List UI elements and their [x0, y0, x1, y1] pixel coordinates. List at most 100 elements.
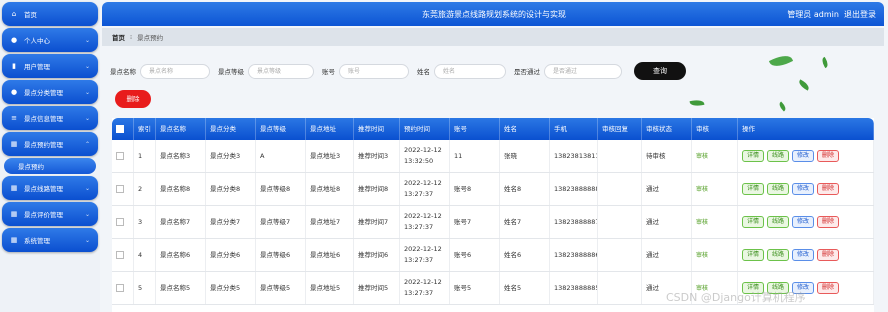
sidebar-subitem-reservation[interactable]: 景点预约: [4, 158, 96, 174]
search-input-2[interactable]: 账号: [339, 63, 409, 79]
audit-link[interactable]: 审核: [696, 151, 708, 162]
route-button[interactable]: 线路: [767, 183, 790, 195]
table-cell: 5: [134, 272, 156, 304]
detail-button[interactable]: 详情: [742, 183, 765, 195]
search-label: 是否通过: [514, 68, 540, 76]
sidebar: ⌂ 首页 ● 个人中心 ⌄ ▮ 用户管理 ⌄ ● 景点分类管理 ⌄ ≡ 景点信息管理 ⌄ ▦ 景点预约管理 ⌃ 景…: [0, 0, 100, 312]
route-button[interactable]: 线路: [767, 216, 790, 228]
sidebar-item-label: 景点信息管理: [24, 115, 63, 123]
column-header: 景点地址: [306, 118, 354, 140]
table-cell: 2022-12-12 13:27:37: [400, 239, 450, 271]
batch-delete-button[interactable]: 删除: [115, 90, 151, 108]
table-cell: 景点等级7: [256, 206, 306, 238]
search-input-1[interactable]: 景点等级: [248, 63, 314, 79]
column-header: 景点等级: [256, 118, 306, 140]
row-checkbox[interactable]: [116, 284, 124, 292]
table-cell: 景点名称7: [156, 206, 206, 238]
table-cell: 账号6: [450, 239, 500, 271]
actions-cell: 详情 线路 修改 删除: [738, 206, 874, 238]
table-cell: 景点地址7: [306, 206, 354, 238]
sidebar-item-8[interactable]: ▦ 系统管理 ⌄: [2, 228, 98, 252]
delete-button[interactable]: 删除: [817, 249, 840, 261]
row-checkbox[interactable]: [116, 218, 124, 226]
delete-button[interactable]: 删除: [817, 216, 840, 228]
route-button[interactable]: 线路: [767, 249, 790, 261]
detail-button[interactable]: 详情: [742, 249, 765, 261]
chevron-icon: ⌄: [84, 36, 90, 44]
sidebar-item-label: 系统管理: [24, 237, 50, 245]
table-row: 3 景点名称7 景点分类7 景点等级7 景点地址7 推荐时间7 2022-12-12 13:…: [112, 206, 874, 239]
sidebar-item-1[interactable]: ● 个人中心 ⌄: [2, 28, 98, 52]
delete-button[interactable]: 删除: [817, 150, 840, 162]
search-button[interactable]: 查询: [634, 62, 686, 80]
audit-link[interactable]: 审核: [696, 217, 708, 228]
row-select-cell: [112, 272, 134, 304]
column-header: 账号: [450, 118, 500, 140]
search-input-0[interactable]: 景点名称: [140, 63, 210, 79]
audit-link[interactable]: 审核: [696, 250, 708, 261]
table-row: 1 景点名称3 景点分类3 A 景点地址3 推荐时间3 2022-12-12 13:32:5…: [112, 140, 874, 173]
table-cell: 2022-12-12 13:27:37: [400, 173, 450, 205]
table-cell: 推荐时间8: [354, 173, 400, 205]
table-cell: 姓名8: [500, 173, 550, 205]
table-cell: 13823888885: [550, 272, 598, 304]
sidebar-item-3[interactable]: ● 景点分类管理 ⌄: [2, 80, 98, 104]
table-cell: 景点分类5: [206, 272, 256, 304]
row-checkbox[interactable]: [116, 251, 124, 259]
sidebar-item-4[interactable]: ≡ 景点信息管理 ⌄: [2, 106, 98, 130]
table-cell: 1: [134, 140, 156, 172]
table-cell: [598, 206, 642, 238]
table-cell: [598, 140, 642, 172]
sidebar-item-0[interactable]: ⌂ 首页: [2, 2, 98, 26]
table-cell: 姓名5: [500, 272, 550, 304]
row-checkbox[interactable]: [116, 152, 124, 160]
audit-link[interactable]: 审核: [696, 184, 708, 195]
leaf-decoration: [777, 101, 788, 112]
audit-cell: 审核: [692, 140, 738, 172]
table-cell: 13823813811: [550, 140, 598, 172]
select-all-checkbox[interactable]: [116, 125, 124, 133]
app-title: 东莞旅游景点线路规划系统的设计与实现: [422, 10, 566, 19]
edit-button[interactable]: 修改: [792, 150, 815, 162]
chevron-icon: ⌄: [84, 62, 90, 70]
leaf-decoration: [797, 79, 811, 91]
sidebar-item-7[interactable]: ▦ 景点评价管理 ⌄: [2, 202, 98, 226]
search-input-3[interactable]: 姓名: [434, 63, 506, 79]
row-select-cell: [112, 173, 134, 205]
detail-button[interactable]: 详情: [742, 150, 765, 162]
delete-button[interactable]: 删除: [817, 183, 840, 195]
sidebar-item-5[interactable]: ▦ 景点预约管理 ⌃: [2, 132, 98, 156]
column-header: 景点分类: [206, 118, 256, 140]
chevron-icon: ⌄: [84, 114, 90, 122]
grid-icon: ▦: [10, 236, 18, 244]
audit-cell: 审核: [692, 239, 738, 271]
column-header: 审核状态: [642, 118, 692, 140]
search-input-4[interactable]: 是否通过: [544, 63, 622, 79]
sidebar-item-label: 首页: [24, 11, 37, 19]
sidebar-item-6[interactable]: ▦ 景点线路管理 ⌄: [2, 176, 98, 200]
table-cell: 景点名称8: [156, 173, 206, 205]
row-select-cell: [112, 140, 134, 172]
sidebar-item-label: 个人中心: [24, 37, 50, 45]
logout-link[interactable]: 退出登录: [844, 10, 876, 19]
edit-button[interactable]: 修改: [792, 249, 815, 261]
table-cell: 景点分类8: [206, 173, 256, 205]
route-button[interactable]: 线路: [767, 150, 790, 162]
current-user: 管理员 admin: [787, 10, 839, 19]
table-header: 索引 景点名称 景点分类 景点等级 景点地址 推荐时间 预约时间 账号 姓名 手机 审核回复 审核状态…: [112, 118, 874, 140]
column-header: 景点名称: [156, 118, 206, 140]
delete-button[interactable]: 删除: [817, 282, 840, 294]
sidebar-item-label: 用户管理: [24, 63, 50, 71]
grid-icon: ▦: [10, 210, 18, 218]
table-cell: 推荐时间3: [354, 140, 400, 172]
audit-cell: 审核: [692, 173, 738, 205]
sidebar-item-2[interactable]: ▮ 用户管理 ⌄: [2, 54, 98, 78]
edit-button[interactable]: 修改: [792, 183, 815, 195]
breadcrumb-home[interactable]: 首页: [112, 32, 125, 42]
edit-button[interactable]: 修改: [792, 216, 815, 228]
table-cell: 3: [134, 206, 156, 238]
chevron-icon: ⌄: [84, 210, 90, 218]
detail-button[interactable]: 详情: [742, 216, 765, 228]
row-checkbox[interactable]: [116, 185, 124, 193]
table-cell: 待审核: [642, 140, 692, 172]
